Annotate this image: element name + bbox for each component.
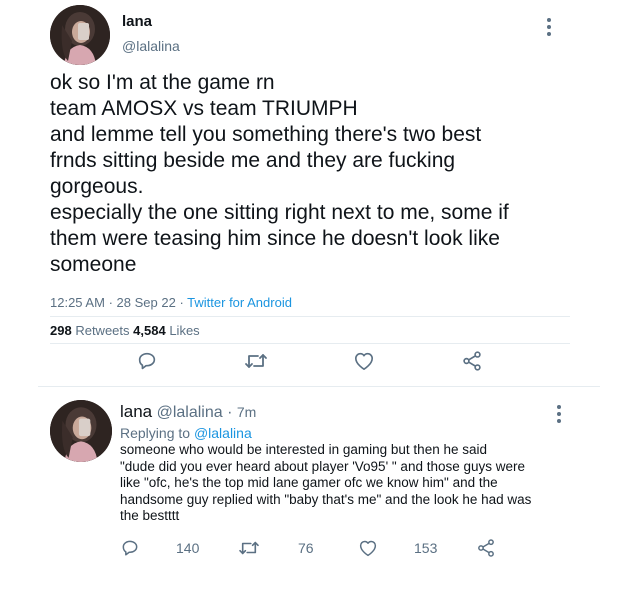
share-icon[interactable] — [461, 350, 483, 372]
meta-separator: · — [227, 404, 233, 421]
display-name[interactable]: lana — [122, 13, 152, 30]
retweet-count: 76 — [298, 540, 314, 556]
avatar[interactable] — [50, 5, 110, 65]
retweets-label: Retweets — [75, 323, 130, 338]
divider — [50, 316, 570, 317]
reply-count: 140 — [176, 540, 200, 556]
tweet-line: gorgeous. — [50, 175, 144, 198]
divider — [50, 343, 570, 344]
tweet-time: 12:25 AM — [50, 295, 105, 310]
reply-handle[interactable]: @lalalina — [157, 404, 223, 421]
reply-line: "dude did you ever heard about player 'V… — [120, 458, 526, 474]
share-icon[interactable] — [476, 538, 496, 558]
reply-icon[interactable] — [120, 538, 140, 558]
more-icon[interactable] — [546, 18, 552, 39]
tweet-line: someone — [50, 253, 137, 276]
like-icon[interactable] — [353, 351, 375, 371]
replying-to: Replying to @lalalina — [120, 425, 252, 441]
tweet-line: ok so I'm at the game rn — [50, 71, 275, 94]
likes-count: 4,584 — [133, 323, 166, 338]
reply-line: handsome guy replied with "baby that's m… — [120, 491, 532, 507]
retweets-stat[interactable]: 298 Retweets — [50, 323, 133, 338]
tweet-line: them were teasing him since he doesn't l… — [50, 227, 500, 250]
reply-text: someone who would be interested in gamin… — [120, 442, 531, 525]
reply-header: lana @lalalina · 7m — [120, 402, 256, 422]
meta-separator: · — [179, 295, 184, 310]
likes-stat[interactable]: 4,584 Likes — [133, 323, 200, 338]
reply-age: 7m — [236, 404, 257, 420]
reply-display-name[interactable]: lana — [120, 402, 152, 421]
likes-label: Likes — [169, 323, 200, 338]
retweet-icon[interactable] — [238, 539, 260, 557]
reply-line: someone who would be interested in gamin… — [120, 442, 487, 457]
reply-line: the bestttt — [120, 508, 180, 523]
user-handle[interactable]: @lalalina — [122, 38, 180, 54]
replying-handle-link[interactable]: @lalalina — [194, 425, 252, 441]
retweet-icon[interactable] — [244, 351, 268, 371]
like-icon[interactable] — [358, 539, 378, 557]
tweet-meta: 12:25 AM · 28 Sep 22 · Twitter for Andro… — [50, 295, 292, 310]
tweet-line: frnds sitting beside me and they are fuc… — [50, 149, 456, 172]
tweet-line: especially the one sitting right next to… — [50, 201, 509, 224]
tweet-date: 28 Sep 22 — [116, 295, 176, 310]
retweets-count: 298 — [50, 323, 72, 338]
reply-icon[interactable] — [136, 350, 158, 372]
more-icon[interactable] — [556, 405, 562, 426]
tweet-text: ok so I'm at the game rn team AMOSX vs t… — [50, 70, 509, 278]
meta-separator: · — [108, 295, 113, 310]
tweet-line: team AMOSX vs team TRIUMPH — [50, 97, 358, 120]
tweet-line: and lemme tell you something there's two… — [50, 123, 482, 146]
reply-line: like "ofc, he's the top mid lane gamer o… — [120, 475, 498, 490]
divider — [38, 386, 600, 387]
like-count: 153 — [414, 540, 438, 556]
tweet-source-link[interactable]: Twitter for Android — [187, 295, 292, 310]
reply-avatar[interactable] — [50, 400, 112, 462]
tweet-stats: 298 Retweets 4,584 Likes — [50, 323, 200, 338]
replying-label: Replying to — [120, 425, 191, 441]
